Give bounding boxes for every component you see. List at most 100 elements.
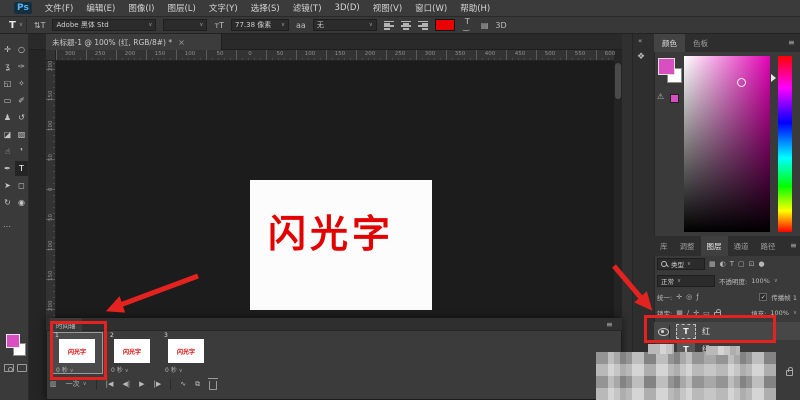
align-center-icon[interactable] bbox=[401, 21, 411, 30]
document-tab[interactable]: 未标题-1 @ 100% (红, RGB/8#) * × bbox=[46, 34, 222, 50]
frame-thumbnail[interactable]: 闪光字 bbox=[168, 339, 204, 363]
tool-history-brush[interactable]: ↺ bbox=[15, 110, 28, 125]
tool-shape[interactable]: ◻ bbox=[15, 178, 28, 193]
tool-smudge[interactable]: ☝ bbox=[1, 144, 14, 159]
font-style-select[interactable]: ∨ bbox=[163, 19, 207, 31]
panel-menu-icon[interactable]: ≡ bbox=[790, 241, 797, 250]
frame-delay[interactable]: 0 秒 ∨ bbox=[165, 365, 183, 374]
filter-shape-icon[interactable]: ▢ bbox=[738, 260, 745, 268]
panel-tab-layers[interactable]: 图层 bbox=[701, 236, 728, 256]
opacity-value[interactable]: 100% bbox=[751, 277, 770, 285]
tool-path-select[interactable]: ➤ bbox=[1, 178, 14, 193]
color-foreground-swatch[interactable] bbox=[658, 58, 675, 75]
menu-item-help[interactable]: 帮助(H) bbox=[460, 2, 490, 14]
color-field[interactable] bbox=[684, 56, 770, 232]
tool-lasso[interactable]: ʓ bbox=[1, 59, 14, 74]
hue-slider-arrow[interactable] bbox=[771, 74, 776, 82]
tool-clone-stamp[interactable]: ♟ bbox=[1, 110, 14, 125]
edit-toolbar-icon[interactable]: … bbox=[3, 220, 11, 229]
tool-pen[interactable]: ✒ bbox=[1, 161, 14, 176]
canvas-artboard[interactable]: 闪光字 bbox=[250, 180, 432, 310]
hue-slider[interactable] bbox=[778, 56, 792, 232]
menu-item-window[interactable]: 窗口(W) bbox=[415, 2, 447, 14]
anti-alias-select[interactable]: 无 ∨ bbox=[313, 19, 377, 31]
screen-mode-icon[interactable] bbox=[17, 364, 27, 372]
filter-smart-object-icon[interactable]: ⊡ bbox=[749, 260, 755, 268]
close-icon[interactable]: × bbox=[178, 38, 185, 47]
background-layer-lock-icon bbox=[786, 370, 793, 376]
filter-type-icon[interactable]: T bbox=[730, 260, 734, 268]
scrollbar-thumb[interactable] bbox=[615, 63, 621, 99]
gamut-warning-swatch[interactable] bbox=[670, 94, 679, 103]
menu-item-3d[interactable]: 3D(D) bbox=[335, 3, 360, 13]
panel-tab-paths[interactable]: 路径 bbox=[755, 236, 782, 256]
prev-frame-button[interactable]: ◀| bbox=[122, 380, 130, 388]
align-left-icon[interactable] bbox=[384, 21, 394, 30]
tool-eraser[interactable]: ◪ bbox=[1, 127, 14, 142]
tool-blur[interactable]: ❜ bbox=[15, 144, 28, 159]
next-frame-button[interactable]: |▶ bbox=[154, 380, 162, 388]
unify-position-icon[interactable]: ✛ bbox=[676, 293, 682, 301]
propagate-label: 传播帧 1 bbox=[771, 292, 797, 302]
warp-text-icon[interactable] bbox=[462, 19, 474, 32]
tool-crop[interactable]: ◱ bbox=[1, 76, 14, 91]
text-color-swatch[interactable] bbox=[435, 19, 455, 31]
frame-delay[interactable]: 0 秒 ∨ bbox=[111, 365, 129, 374]
filter-image-icon[interactable]: ▦ bbox=[709, 260, 716, 268]
collapse-dock-icon[interactable]: « bbox=[638, 37, 642, 45]
tool-frame[interactable]: ▭ bbox=[1, 93, 14, 108]
menu-item-file[interactable]: 文件(F) bbox=[45, 2, 74, 14]
menu-item-filter[interactable]: 滤镜(T) bbox=[293, 2, 322, 14]
toggle-panels-icon[interactable]: ▤ bbox=[481, 21, 489, 30]
text-orientation-icon[interactable]: ⇅T bbox=[34, 21, 46, 30]
panel-menu-icon[interactable]: ≡ bbox=[788, 38, 795, 47]
menu-item-view[interactable]: 视图(V) bbox=[373, 2, 402, 14]
font-size-select[interactable]: 77.38 像素 ∨ bbox=[231, 19, 289, 31]
tool-type[interactable]: T bbox=[15, 161, 28, 176]
options-bar: T ∨ ⇅T Adobe 黑体 Std ∨ ∨ тT 77.38 像素 ∨ aa… bbox=[0, 17, 800, 34]
menu-item-type[interactable]: 文字(Y) bbox=[209, 2, 238, 14]
menu-item-image[interactable]: 图像(I) bbox=[128, 2, 154, 14]
tool-move[interactable]: ✛ bbox=[1, 42, 14, 57]
unify-style-icon[interactable]: ƒ bbox=[696, 293, 698, 301]
menu-item-edit[interactable]: 编辑(E) bbox=[86, 2, 115, 14]
timeline-frame-2[interactable]: 2 闪光字 0 秒 ∨ bbox=[107, 333, 157, 373]
propagate-checkbox[interactable]: ✓ bbox=[759, 293, 767, 301]
frame-number: 2 bbox=[110, 332, 114, 339]
chevron-down-icon: ∨ bbox=[148, 22, 152, 28]
panel-tab-adjustments[interactable]: 调整 bbox=[674, 236, 701, 256]
delete-frame-button[interactable] bbox=[209, 381, 217, 390]
3d-button[interactable]: 3D bbox=[495, 21, 506, 30]
tab-swatches[interactable]: 色板 bbox=[685, 34, 716, 52]
first-frame-button[interactable]: |◀ bbox=[106, 380, 114, 388]
tool-marquee[interactable]: ○ bbox=[15, 42, 28, 57]
tool-brush[interactable]: ✐ bbox=[15, 93, 28, 108]
frame-thumbnail[interactable]: 闪光字 bbox=[114, 339, 150, 363]
panel-tab-channels[interactable]: 通道 bbox=[728, 236, 755, 256]
filter-toggle-icon[interactable]: ● bbox=[759, 260, 765, 268]
font-family-select[interactable]: Adobe 黑体 Std ∨ bbox=[52, 19, 156, 31]
tool-eyedropper[interactable]: ✧ bbox=[15, 76, 28, 91]
tool-rotate-view[interactable]: ↻ bbox=[1, 195, 14, 210]
tool-gradient[interactable]: ▧ bbox=[15, 127, 28, 142]
tween-button[interactable]: ∿ bbox=[180, 380, 186, 388]
play-button[interactable]: ▶ bbox=[139, 380, 144, 388]
duplicate-frame-button[interactable]: ⧉ bbox=[195, 380, 200, 389]
menu-item-layer[interactable]: 图层(L) bbox=[167, 2, 195, 14]
tool-preset-badge[interactable]: T ∨ bbox=[6, 18, 27, 33]
collapsed-panel-icon[interactable]: ❖ bbox=[637, 52, 645, 62]
panel-tab-library[interactable]: 库 bbox=[654, 236, 674, 256]
align-right-icon[interactable] bbox=[418, 21, 428, 30]
color-field-marker[interactable] bbox=[737, 78, 746, 87]
quick-mask-icon[interactable] bbox=[4, 364, 14, 372]
foreground-color-swatch[interactable] bbox=[6, 334, 20, 348]
tab-color[interactable]: 颜色 bbox=[654, 34, 685, 52]
unify-visibility-icon[interactable]: ◎ bbox=[686, 293, 692, 301]
menu-item-select[interactable]: 选择(S) bbox=[251, 2, 280, 14]
tool-quick-select[interactable]: ✑ bbox=[15, 59, 28, 74]
loop-count-select[interactable]: 一次 ∨ bbox=[66, 379, 87, 389]
timeline-frame-3[interactable]: 3 闪光字 0 秒 ∨ bbox=[161, 333, 211, 373]
filter-adjustment-icon[interactable]: ◐ bbox=[720, 260, 726, 268]
convert-timeline-icon[interactable]: ▥ bbox=[50, 380, 57, 388]
tool-zoom[interactable]: ◉ bbox=[15, 195, 28, 210]
